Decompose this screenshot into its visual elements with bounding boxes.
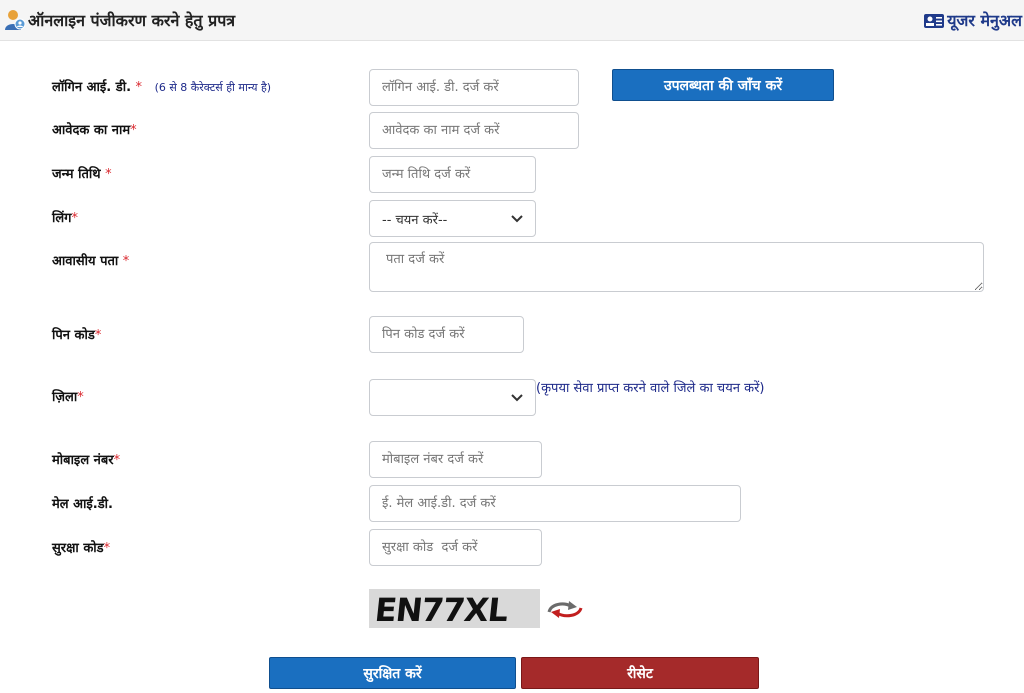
chevron-down-icon	[511, 214, 523, 222]
manual-icon	[924, 13, 945, 28]
login-id-label: लॉगिन आई. डी. * (6 से 8 कैरेक्टर्स ही मा…	[52, 77, 271, 95]
address-label-text: आवासीय पता	[52, 254, 119, 269]
gender-label-text: लिंग	[52, 211, 72, 226]
pincode-label: पिन कोड*	[52, 325, 101, 343]
user-manual-label: यूजर मेनुअल	[947, 11, 1022, 30]
pincode-input[interactable]	[369, 316, 524, 353]
gender-label: लिंग*	[52, 208, 78, 226]
captcha-image: EN77XL	[369, 589, 540, 628]
user-icon	[4, 9, 26, 31]
district-label: ज़िला*	[52, 387, 84, 405]
security-code-label-text: सुरक्षा कोड	[52, 541, 104, 556]
pincode-label-text: पिन कोड	[52, 328, 95, 343]
email-label: मेल आई.डी.	[52, 494, 113, 512]
security-code-label: सुरक्षा कोड*	[52, 538, 110, 556]
applicant-name-label-text: आवेदक का नाम	[52, 123, 131, 138]
login-id-input[interactable]	[369, 69, 579, 106]
required-mark: *	[105, 167, 112, 182]
required-mark: *	[94, 328, 102, 343]
email-input[interactable]	[369, 485, 741, 522]
mobile-input[interactable]	[369, 441, 542, 478]
dob-label-text: जन्म तिथि	[52, 167, 101, 182]
mobile-label: मोबाइल नंबर*	[52, 450, 120, 468]
applicant-name-label: आवेदक का नाम*	[52, 120, 137, 138]
reset-button[interactable]: रीसेट	[521, 657, 759, 689]
refresh-icon[interactable]	[543, 598, 587, 620]
save-button[interactable]: सुरक्षित करें	[269, 657, 516, 689]
required-mark: *	[122, 254, 130, 269]
gender-selected-value: -- चयन करें--	[382, 212, 448, 228]
login-id-hint: (6 से 8 कैरेक्टर्स ही मान्य है)	[154, 81, 272, 94]
dob-label: जन्म तिथि *	[52, 164, 112, 182]
required-mark: *	[77, 390, 84, 405]
dob-input[interactable]	[369, 156, 536, 193]
check-availability-button[interactable]: उपलब्धता की जाँच करें	[612, 69, 834, 101]
address-label: आवासीय पता *	[52, 251, 129, 269]
district-select[interactable]	[369, 379, 536, 416]
district-label-text: ज़िला	[52, 390, 78, 405]
district-hint: (कृपया सेवा प्राप्त करने वाले जिले का चय…	[536, 381, 765, 396]
mobile-label-text: मोबाइल नंबर	[52, 453, 114, 468]
required-mark: *	[130, 123, 137, 138]
page-title: ऑनलाइन पंजीकरण करने हेतु प्रपत्र	[4, 9, 235, 31]
user-manual-link[interactable]: यूजर मेनुअल	[924, 9, 1022, 31]
applicant-name-input[interactable]	[369, 112, 579, 149]
security-code-input[interactable]	[369, 529, 542, 566]
required-mark: *	[71, 211, 79, 226]
email-label-text: मेल आई.डी.	[52, 497, 113, 512]
required-mark: *	[103, 541, 111, 556]
chevron-down-icon	[511, 393, 523, 401]
required-mark: *	[113, 453, 121, 468]
gender-select[interactable]: -- चयन करें--	[369, 200, 536, 237]
page-header: ऑनलाइन पंजीकरण करने हेतु प्रपत्र यूजर मे…	[0, 0, 1024, 41]
captcha-text: EN77XL	[373, 591, 510, 628]
address-textarea[interactable]	[369, 242, 984, 292]
required-mark: *	[135, 80, 143, 95]
page-title-text: ऑनलाइन पंजीकरण करने हेतु प्रपत्र	[28, 11, 236, 30]
login-id-label-text: लॉगिन आई. डी.	[52, 80, 132, 95]
